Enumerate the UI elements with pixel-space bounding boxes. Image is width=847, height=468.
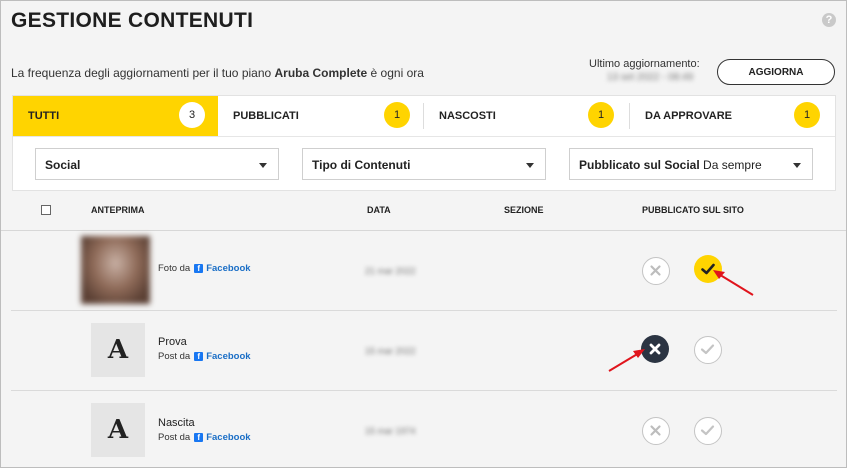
tab-hidden[interactable]: NASCOSTI 1	[424, 96, 629, 136]
photo-thumbnail	[81, 236, 150, 304]
publish-button[interactable]	[694, 417, 722, 445]
post-thumbnail: A	[91, 323, 145, 377]
check-icon	[700, 425, 715, 436]
content-type-dropdown[interactable]: Tipo di Contenuti	[302, 148, 546, 180]
content-type-dropdown-label: Tipo di Contenuti	[312, 158, 411, 172]
status-tabs: TUTTI 3 PUBBLICATI 1 NASCOSTI 1 DA APPRO…	[13, 96, 835, 137]
frequency-suffix: è ogni ora	[367, 66, 424, 80]
close-icon	[650, 425, 661, 436]
social-dropdown[interactable]: Social	[35, 148, 279, 180]
tab-to-approve-count: 1	[794, 102, 820, 128]
facebook-icon: f	[194, 433, 204, 442]
row-date: 21 mar 2022	[365, 266, 416, 276]
source-prefix: Post da	[158, 351, 191, 362]
column-section: SEZIONE	[504, 205, 544, 215]
row-source: Post da f Facebook	[158, 432, 251, 443]
frequency-prefix: La frequenza degli aggiornamenti per il …	[11, 66, 275, 80]
table-header: ANTEPRIMA DATA SEZIONE PUBBLICATO SUL SI…	[1, 196, 846, 231]
caret-down-icon	[793, 163, 801, 168]
hide-button[interactable]	[642, 257, 670, 285]
tab-all-count: 3	[179, 102, 205, 128]
row-date: 15 mar 1974	[365, 426, 416, 436]
annotation-arrow	[608, 349, 645, 372]
hide-button[interactable]	[642, 417, 670, 445]
close-icon	[650, 265, 661, 276]
help-icon[interactable]: ?	[822, 13, 836, 27]
check-icon	[700, 344, 715, 355]
post-thumbnail: A	[91, 403, 145, 457]
source-prefix: Foto da	[158, 263, 191, 274]
published-dropdown-text: Pubblicato sul Social Da sempre	[579, 158, 762, 172]
row-source: Post da f Facebook	[158, 351, 251, 362]
column-date: DATA	[367, 205, 391, 215]
social-dropdown-label: Social	[45, 158, 81, 172]
published-dropdown-label: Pubblicato sul Social	[579, 158, 700, 172]
published-on-social-dropdown[interactable]: Pubblicato sul Social Da sempre	[569, 148, 813, 180]
last-update-value: 13 set 2022 - 08:49	[607, 72, 694, 83]
caret-down-icon	[526, 163, 534, 168]
facebook-icon: f	[194, 264, 204, 273]
row-title: Prova	[158, 336, 187, 348]
refresh-button[interactable]: AGGIORNA	[717, 59, 835, 85]
tab-to-approve-label: DA APPROVARE	[645, 110, 732, 122]
tab-published-label: PUBBLICATI	[233, 110, 299, 122]
facebook-link[interactable]: Facebook	[206, 263, 250, 274]
row-source: Foto da f Facebook	[158, 263, 251, 274]
column-preview: ANTEPRIMA	[91, 205, 145, 215]
table-row: A Nascita Post da f Facebook 15 mar 1974	[11, 390, 837, 467]
annotation-arrow	[713, 270, 754, 296]
tab-published-count: 1	[384, 102, 410, 128]
facebook-link[interactable]: Facebook	[206, 432, 250, 443]
page-title: GESTIONE CONTENUTI	[11, 9, 254, 32]
facebook-icon: f	[194, 352, 204, 361]
publish-button[interactable]	[694, 336, 722, 364]
last-update-label: Ultimo aggiornamento:	[589, 58, 700, 70]
source-prefix: Post da	[158, 432, 191, 443]
update-frequency-text: La frequenza degli aggiornamenti per il …	[11, 66, 424, 80]
content-manager-window: GESTIONE CONTENUTI ? La frequenza degli …	[0, 0, 847, 468]
row-title: Nascita	[158, 417, 195, 429]
caret-down-icon	[259, 163, 267, 168]
tab-hidden-count: 1	[588, 102, 614, 128]
published-dropdown-value: Da sempre	[703, 158, 762, 172]
tab-published[interactable]: PUBBLICATI 1	[218, 96, 423, 136]
tab-all[interactable]: TUTTI 3	[13, 96, 218, 136]
tab-hidden-label: NASCOSTI	[439, 110, 496, 122]
filter-panel: TUTTI 3 PUBBLICATI 1 NASCOSTI 1 DA APPRO…	[12, 95, 836, 191]
table-row: A Prova Post da f Facebook 15 mar 2022	[11, 310, 837, 391]
row-date: 15 mar 2022	[365, 346, 416, 356]
tab-to-approve[interactable]: DA APPROVARE 1	[630, 96, 835, 136]
facebook-link[interactable]: Facebook	[206, 351, 250, 362]
select-all-checkbox[interactable]	[41, 205, 51, 215]
plan-name: Aruba Complete	[274, 66, 368, 80]
tab-all-label: TUTTI	[28, 110, 60, 122]
column-published: PUBBLICATO SUL SITO	[642, 205, 744, 215]
